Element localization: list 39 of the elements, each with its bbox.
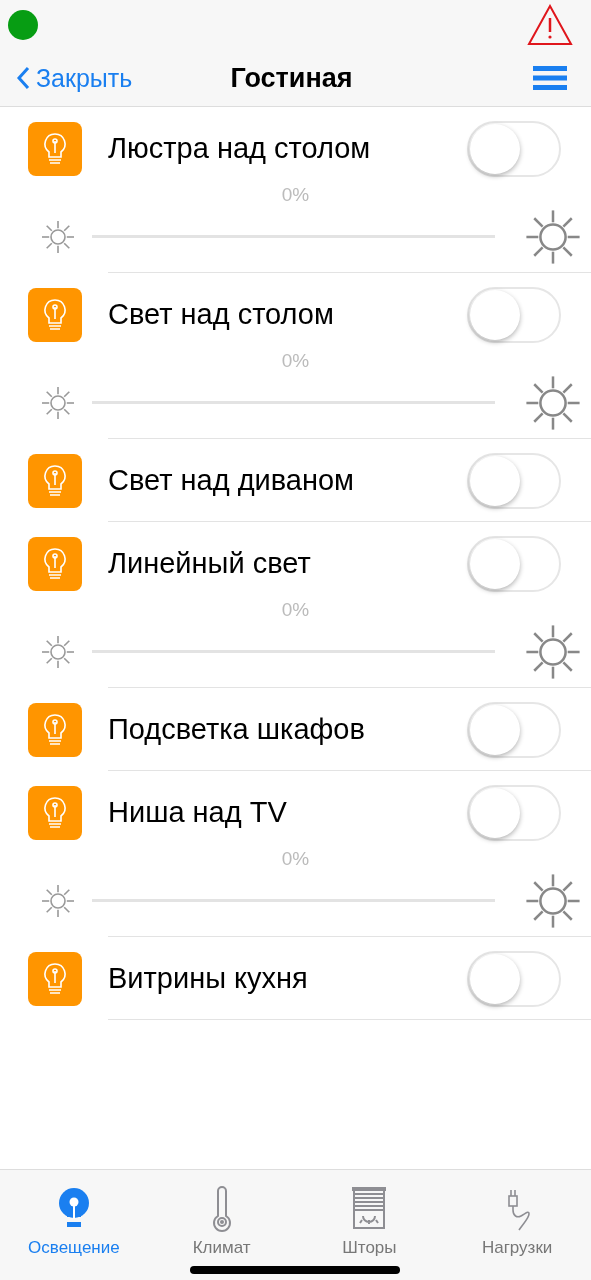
bulb-icon [28, 287, 82, 342]
level-reading: 0% [280, 350, 311, 372]
power-toggle[interactable] [467, 784, 561, 841]
light-name: Линейный свет [108, 547, 312, 580]
light-name: Витрины кухня [108, 962, 309, 995]
light-name: Люстра над столом [108, 132, 372, 165]
power-toggle[interactable] [467, 535, 561, 592]
tab[interactable]: Шторы [295, 1186, 444, 1258]
level-reading: 0% [280, 184, 311, 206]
bright-sun-icon [525, 374, 581, 431]
power-toggle[interactable] [467, 452, 561, 509]
window-blind-icon [351, 1186, 388, 1232]
bright-sun-icon [525, 208, 581, 265]
tab[interactable]: Освещение [0, 1186, 148, 1258]
light-name: Свет над столом [108, 298, 335, 331]
back-button[interactable]: Закрыть [16, 63, 133, 93]
light-name: Ниша над TV [108, 796, 288, 829]
level-reading: 0% [280, 599, 311, 621]
bulb-icon [28, 453, 82, 508]
level-reading: 0% [280, 848, 311, 870]
bright-sun-icon [525, 623, 581, 680]
bright-sun-icon [525, 872, 581, 929]
chevron-left-icon [16, 66, 30, 90]
power-toggle[interactable] [467, 286, 561, 343]
tab[interactable]: Климат [147, 1186, 296, 1258]
light-name: Подсветка шкафов [108, 713, 366, 746]
tab[interactable]: Нагрузки [443, 1186, 591, 1258]
light-name: Свет над диваном [108, 464, 356, 497]
menu-icon[interactable] [533, 66, 567, 90]
bulb-icon [28, 951, 82, 1006]
power-toggle[interactable] [467, 120, 561, 177]
warning-icon[interactable] [527, 4, 573, 46]
power-toggle[interactable] [467, 701, 561, 758]
bulb-icon [28, 785, 82, 840]
bulb-icon [28, 702, 82, 757]
bulb-icon [28, 121, 82, 176]
bulb-icon [28, 536, 82, 591]
power-toggle[interactable] [467, 950, 561, 1007]
screen-title: Гостиная [230, 62, 353, 94]
